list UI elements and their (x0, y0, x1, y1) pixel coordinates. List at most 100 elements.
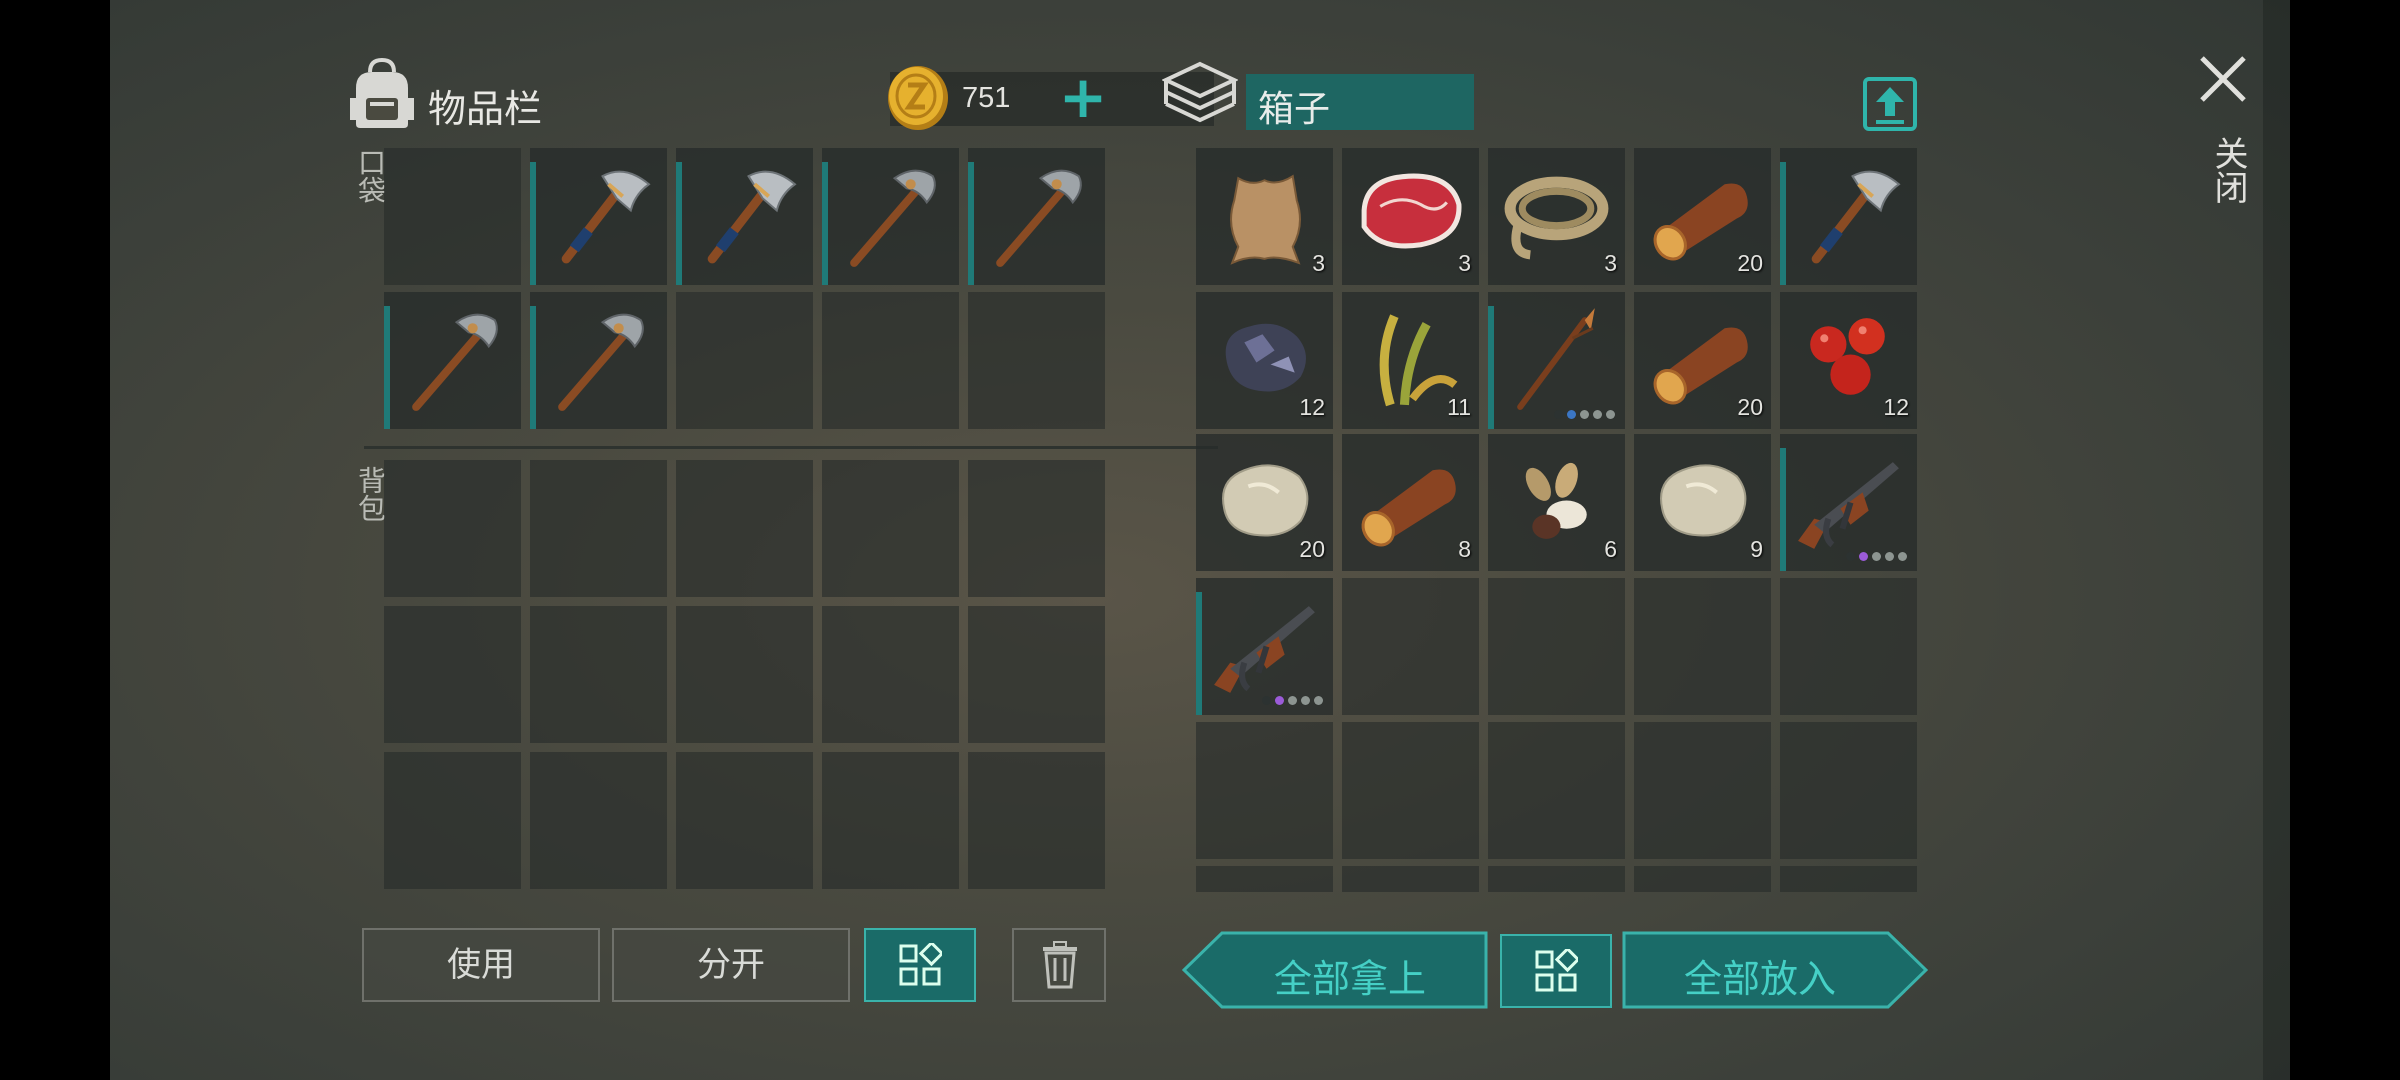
durability-bar (530, 305, 536, 429)
inventory-slot[interactable] (1634, 578, 1771, 715)
pickaxe-icon (412, 313, 498, 411)
put-all-label: 全部放入 (1683, 957, 1836, 1001)
inventory-slot[interactable] (676, 148, 813, 285)
box-stack-icon (1162, 61, 1238, 123)
inventory-slot[interactable] (1634, 722, 1771, 859)
inventory-slot[interactable] (530, 606, 667, 743)
inventory-slot[interactable] (1196, 722, 1333, 859)
add-coins-button[interactable]: + (1048, 64, 1118, 134)
inventory-slot[interactable] (1342, 866, 1479, 892)
inventory-slot[interactable] (676, 292, 813, 429)
sort-inventory-button[interactable] (864, 928, 976, 1002)
inventory-slot[interactable] (530, 752, 667, 889)
inventory-slot[interactable] (968, 292, 1105, 429)
seeds-icon (1525, 462, 1587, 539)
close-icon[interactable] (2198, 54, 2248, 104)
inventory-slot[interactable] (822, 292, 959, 429)
grid-sort-icon (899, 943, 942, 986)
item-quantity: 12 (1299, 394, 1325, 420)
inventory-slot[interactable] (384, 148, 521, 285)
inventory-slot[interactable] (1488, 578, 1625, 715)
inventory-slot[interactable]: 8 (1342, 434, 1479, 571)
inventory-slot[interactable] (1780, 722, 1917, 859)
inventory-slot[interactable] (1342, 578, 1479, 715)
inventory-slot[interactable]: 12 (1780, 292, 1917, 429)
durability-bar (1780, 447, 1786, 571)
inventory-slot[interactable]: 20 (1196, 434, 1333, 571)
item-quantity: 20 (1299, 536, 1325, 562)
inventory-slot[interactable] (676, 606, 813, 743)
inventory-slot[interactable] (1780, 148, 1917, 285)
rarity-dots (1262, 696, 1323, 705)
right-panel-strip (2263, 0, 2290, 1080)
backpack-icon (350, 58, 414, 128)
inventory-slot[interactable] (1488, 722, 1625, 859)
inventory-slot[interactable] (384, 460, 521, 597)
inventory-slot[interactable] (1196, 578, 1333, 715)
divider (364, 446, 1218, 449)
item-quantity: 6 (1604, 536, 1617, 562)
inventory-slot[interactable] (968, 606, 1105, 743)
inventory-slot[interactable] (530, 292, 667, 429)
item-quantity: 20 (1737, 250, 1763, 276)
inventory-slot[interactable] (822, 752, 959, 889)
inventory-slot[interactable] (822, 606, 959, 743)
inventory-slot[interactable] (1196, 866, 1333, 892)
inventory-slot[interactable] (1488, 866, 1625, 892)
axe-icon (1811, 170, 1901, 264)
take-all-label: 全部拿上 (1273, 957, 1426, 1001)
item-quantity: 12 (1883, 394, 1909, 420)
item-quantity: 3 (1312, 250, 1325, 276)
inventory-slot[interactable] (676, 752, 813, 889)
inventory-slot[interactable] (1780, 866, 1917, 892)
inventory-slot[interactable]: 11 (1342, 292, 1479, 429)
inventory-slot[interactable] (1780, 434, 1917, 571)
inventory-slot[interactable] (530, 460, 667, 597)
item-quantity: 9 (1750, 536, 1763, 562)
rifle-icon (1798, 462, 1899, 549)
inventory-slot[interactable] (822, 460, 959, 597)
inventory-slot[interactable]: 6 (1488, 434, 1625, 571)
inventory-slot[interactable] (384, 292, 521, 429)
box-name-field[interactable]: 箱子 (1246, 74, 1474, 130)
inventory-slot[interactable] (822, 148, 959, 285)
sort-box-button[interactable] (1500, 934, 1612, 1008)
close-label[interactable]: 关闭 (2204, 136, 2253, 204)
inventory-slot[interactable] (384, 752, 521, 889)
inventory-slot[interactable] (1488, 292, 1625, 429)
axe-icon (707, 170, 797, 264)
inventory-slot[interactable]: 3 (1488, 148, 1625, 285)
upload-icon[interactable] (1862, 76, 1918, 132)
inventory-slot[interactable] (530, 148, 667, 285)
inventory-slot[interactable]: 3 (1342, 148, 1479, 285)
item-quantity: 3 (1458, 250, 1471, 276)
axe-icon (561, 170, 651, 264)
inventory-slot[interactable]: 3 (1196, 148, 1333, 285)
inventory-slot[interactable] (1780, 578, 1917, 715)
split-button[interactable]: 分开 (612, 928, 850, 1002)
inventory-slot[interactable] (968, 148, 1105, 285)
spear-icon (1517, 308, 1595, 410)
inventory-slot[interactable] (676, 460, 813, 597)
item-quantity: 8 (1458, 536, 1471, 562)
use-button[interactable]: 使用 (362, 928, 600, 1002)
rifle-icon (1214, 606, 1315, 693)
inventory-slot[interactable] (384, 606, 521, 743)
inventory-slot[interactable]: 20 (1634, 148, 1771, 285)
inventory-slot[interactable]: 12 (1196, 292, 1333, 429)
inventory-slot[interactable] (968, 460, 1105, 597)
rarity-dots (1554, 410, 1615, 419)
trash-button[interactable] (1012, 928, 1106, 1002)
inventory-slot[interactable] (968, 752, 1105, 889)
inventory-slot[interactable]: 9 (1634, 434, 1771, 571)
durability-bar (822, 161, 828, 285)
log-icon (1361, 469, 1456, 547)
inventory-slot[interactable]: 20 (1634, 292, 1771, 429)
pickaxe-icon (850, 169, 936, 267)
durability-bar (676, 161, 682, 285)
inventory-slot[interactable] (1342, 722, 1479, 859)
pickaxe-icon (558, 313, 644, 411)
durability-bar (1780, 161, 1786, 285)
inventory-slot[interactable] (1634, 866, 1771, 892)
grid-sort-icon (1535, 949, 1578, 992)
